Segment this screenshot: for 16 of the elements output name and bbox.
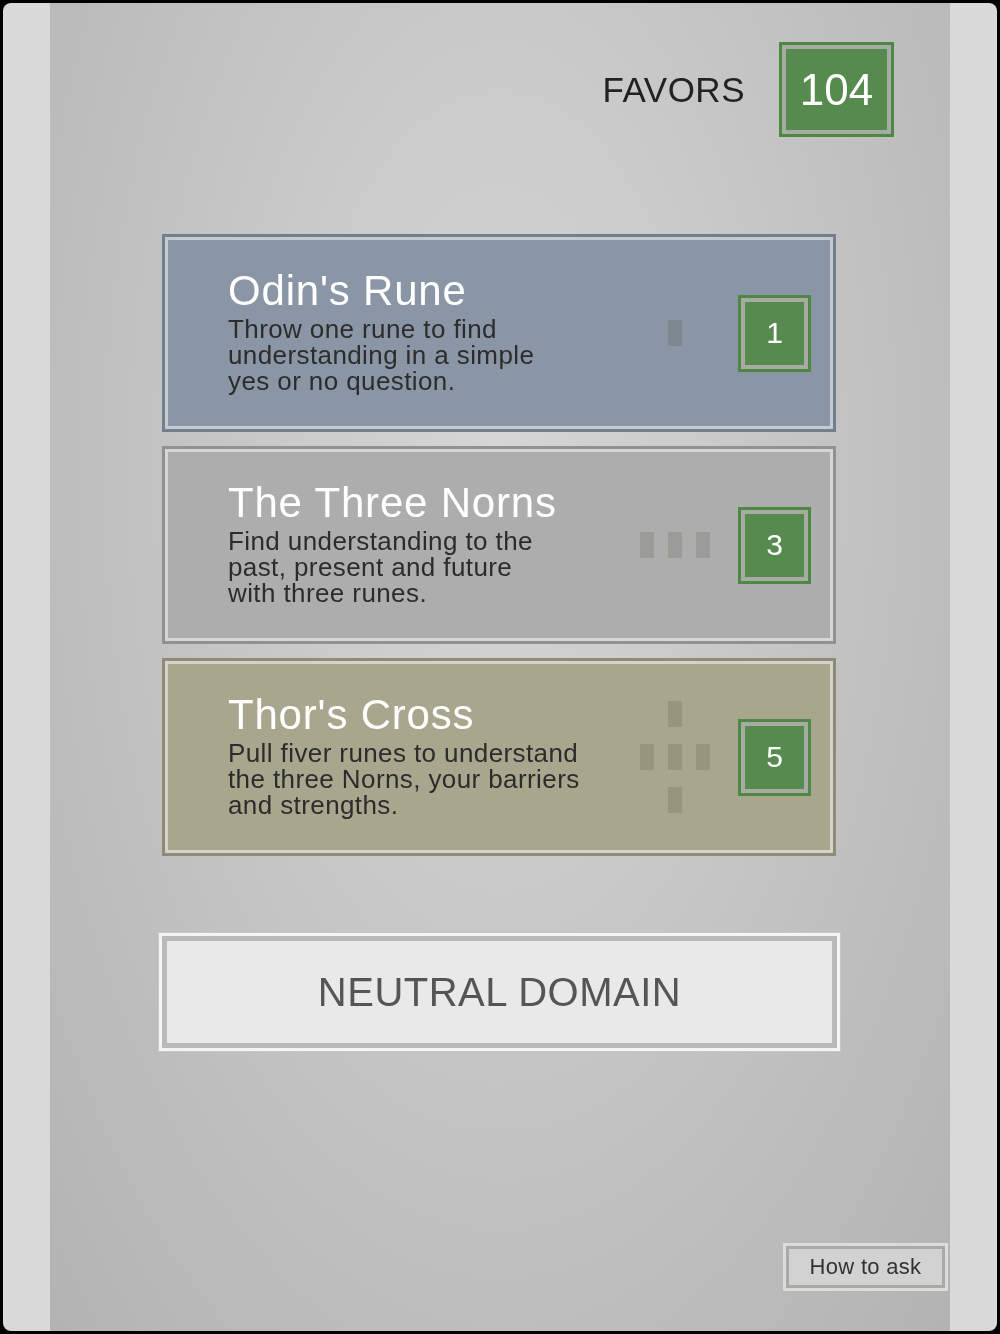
cost-badge: 1 xyxy=(738,294,811,372)
cost-badge: 5 xyxy=(738,718,811,796)
spread-description: Pull fiver runes to understand the three Norns, your barriers and strengths. xyxy=(228,740,581,818)
spread-description: Find understanding to the past, present and future with three runes. xyxy=(228,528,534,606)
spread-card[interactable]: The Three Norns Find understanding to the past, present and future with three runes. 3 xyxy=(162,446,836,644)
spread-title: Odin's Rune xyxy=(228,266,468,316)
domain-button[interactable]: NEUTRAL DOMAIN xyxy=(159,933,840,1051)
spread-card[interactable]: Odin's Rune Throw one rune to find understanding in a simple yes or no question. 1 xyxy=(162,234,836,432)
spread-description: Throw one rune to find understanding in a simple yes or no question. xyxy=(228,316,536,394)
how-to-ask-button[interactable]: How to ask xyxy=(783,1243,948,1291)
spread-title: The Three Norns xyxy=(228,478,558,528)
favors-label: FAVORS xyxy=(602,69,745,110)
spread-title: Thor's Cross xyxy=(228,690,476,740)
favors-count-badge: 104 xyxy=(779,42,894,137)
cost-badge: 3 xyxy=(738,506,811,584)
spread-card[interactable]: Thor's Cross Pull fiver runes to understand the three Norns, your barriers and strengths. 5 xyxy=(162,658,836,856)
